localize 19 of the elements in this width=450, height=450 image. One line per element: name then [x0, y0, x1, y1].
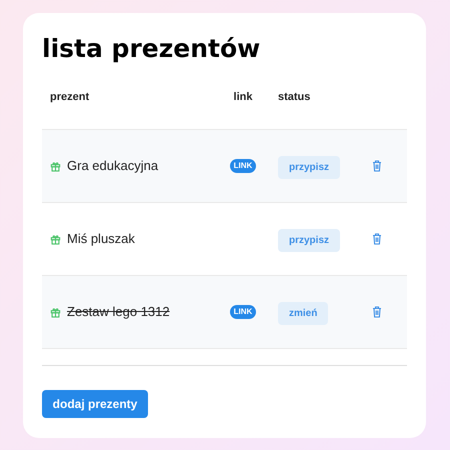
status-button[interactable]: przypisz	[278, 156, 340, 178]
page-title: lista prezentów	[42, 33, 260, 65]
link-badge[interactable]: LINK	[230, 305, 256, 319]
trash-icon[interactable]	[372, 160, 382, 172]
link-badge[interactable]: LINK	[230, 159, 256, 173]
status-button[interactable]: zmień	[278, 302, 328, 324]
gift-icon	[50, 234, 61, 244]
column-header: prezent	[50, 90, 90, 103]
trash-icon[interactable]	[372, 233, 382, 245]
gift-name: Zestaw lego 1312	[67, 303, 170, 322]
gift-name: Gra edukacyjna	[67, 157, 158, 176]
column-header: status	[278, 90, 310, 103]
add-gifts-button[interactable]: dodaj prezenty	[42, 390, 148, 418]
trash-icon[interactable]	[372, 306, 382, 318]
column-header: link	[234, 90, 252, 103]
status-button[interactable]: przypisz	[278, 228, 340, 252]
gift-icon	[50, 160, 61, 172]
gift-name: Miś pluszak	[67, 230, 135, 248]
gift-icon	[50, 306, 61, 318]
